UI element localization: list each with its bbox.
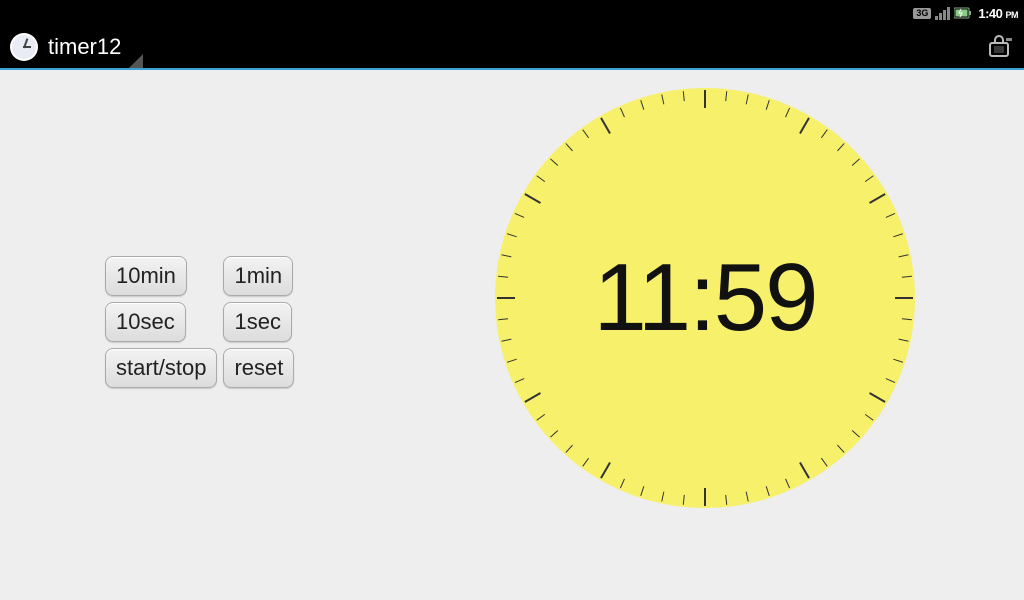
controls-panel: 10min 1min 10sec 1sec start/stop reset <box>105 256 294 388</box>
clock-tick <box>766 100 770 110</box>
clock-tick <box>725 495 727 505</box>
clock-tick <box>501 339 511 342</box>
main-content: 10min 1min 10sec 1sec start/stop reset 1… <box>0 70 1024 600</box>
clock-tick <box>837 143 844 151</box>
clock-tick <box>550 430 558 437</box>
clock-tick <box>869 193 886 204</box>
clock-tick <box>524 392 541 403</box>
clock-tick <box>497 297 515 299</box>
clock-tick <box>704 488 706 506</box>
app-clock-icon <box>10 33 38 61</box>
clock-tick <box>821 458 828 467</box>
clock-tick <box>893 359 903 363</box>
clock-tick <box>524 193 541 204</box>
battery-icon <box>954 7 972 19</box>
clock-tick <box>536 175 545 182</box>
clock-tick <box>565 143 572 151</box>
status-bar: 3G 1:40 PM <box>0 0 1024 26</box>
clock-tick <box>620 479 625 489</box>
clock-tick <box>799 117 810 134</box>
clock-tick <box>498 318 508 320</box>
clock: 11:59 <box>495 88 915 508</box>
clock-tick <box>725 91 727 101</box>
clock-tick <box>865 175 874 182</box>
reset-button[interactable]: reset <box>223 348 294 388</box>
signal-icon <box>935 6 950 20</box>
clock-tick <box>869 392 886 403</box>
clock-tick <box>600 117 611 134</box>
clock-tick <box>515 213 525 218</box>
clock-tick <box>683 91 685 101</box>
1min-button[interactable]: 1min <box>223 256 293 296</box>
clock-tick <box>600 462 611 479</box>
clock-tick <box>507 359 517 363</box>
clock-tick <box>536 414 545 421</box>
network-3g-icon: 3G <box>913 8 931 19</box>
clock-tick <box>507 233 517 237</box>
clock-tick <box>799 462 810 479</box>
clock-tick <box>550 158 558 165</box>
clock-tick <box>785 108 790 118</box>
clock-tick <box>785 479 790 489</box>
clock-tick <box>501 254 511 257</box>
clock-tick <box>766 486 770 496</box>
clock-tick <box>582 458 589 467</box>
start-stop-button[interactable]: start/stop <box>105 348 217 388</box>
lock-rotation-icon[interactable] <box>986 35 1014 59</box>
clock-tick <box>515 378 525 383</box>
clock-tick <box>837 445 844 453</box>
clock-tick <box>902 276 912 278</box>
clock-tick <box>661 492 664 502</box>
clock-tick <box>565 445 572 453</box>
10sec-button[interactable]: 10sec <box>105 302 186 342</box>
1sec-button[interactable]: 1sec <box>223 302 291 342</box>
clock-tick <box>852 430 860 437</box>
status-time: 1:40 PM <box>978 6 1018 21</box>
clock-tick <box>640 100 644 110</box>
clock-tick <box>582 129 589 138</box>
clock-tick <box>704 90 706 108</box>
clock-tick <box>886 378 896 383</box>
clock-tick <box>852 158 860 165</box>
clock-tick <box>661 94 664 104</box>
clock-tick <box>683 495 685 505</box>
10min-button[interactable]: 10min <box>105 256 187 296</box>
clock-tick <box>865 414 874 421</box>
app-title: timer12 <box>48 34 121 60</box>
clock-tick <box>886 213 896 218</box>
clock-tick <box>498 276 508 278</box>
clock-tick <box>620 108 625 118</box>
clock-tick <box>899 339 909 342</box>
clock-tick <box>895 297 913 299</box>
timer-display: 11:59 <box>593 243 816 353</box>
clock-tick <box>902 318 912 320</box>
clock-tick <box>899 254 909 257</box>
clock-tick <box>893 233 903 237</box>
clock-tick <box>746 94 749 104</box>
clock-tick <box>821 129 828 138</box>
app-header: timer12 <box>0 26 1024 70</box>
clock-tick <box>640 486 644 496</box>
clock-tick <box>746 492 749 502</box>
menu-indicator-icon[interactable] <box>129 54 143 68</box>
